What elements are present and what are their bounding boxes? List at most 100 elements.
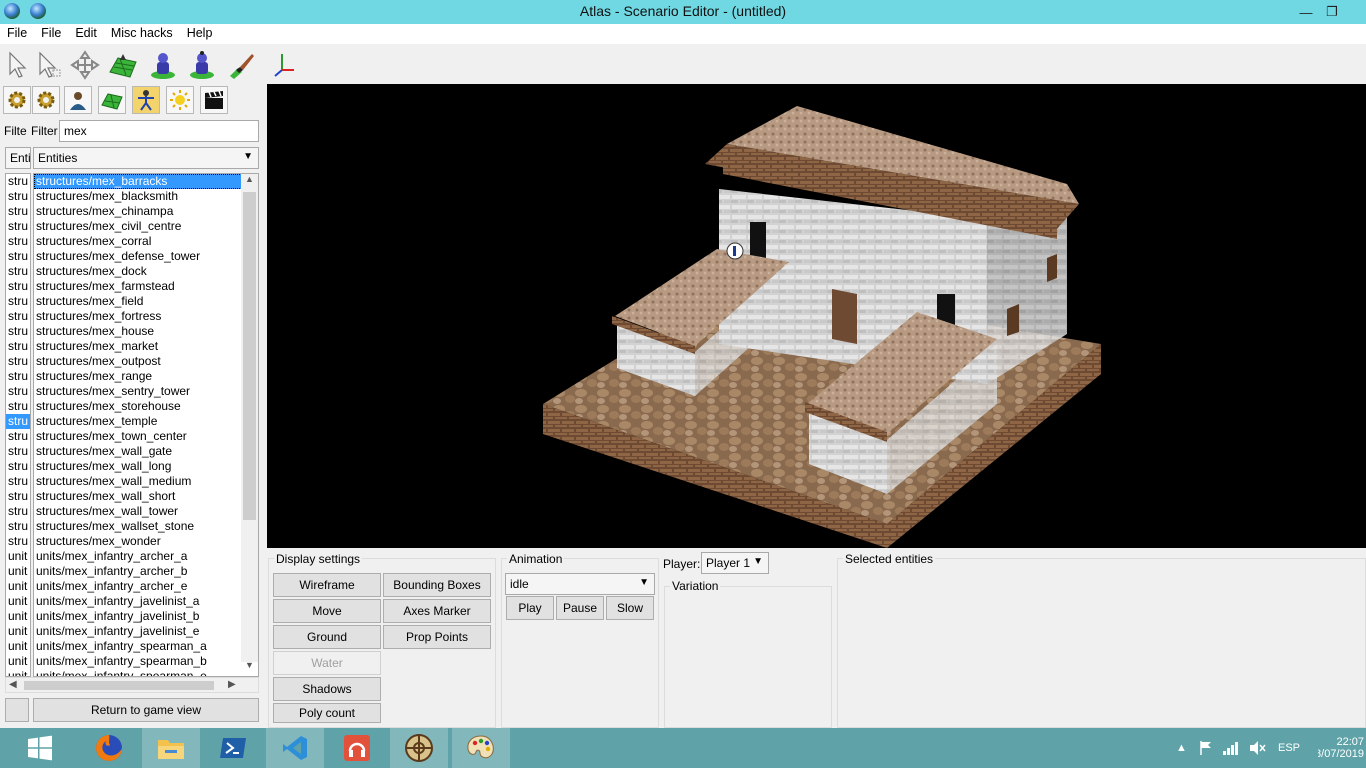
volume-muted-icon[interactable] xyxy=(1248,728,1266,768)
entity-list-item[interactable]: structures/mex_defense_tower xyxy=(34,249,258,264)
entity-short-item[interactable]: unit xyxy=(6,549,30,564)
animation-combo[interactable]: idle ▼ xyxy=(505,573,655,595)
pause-button[interactable]: Pause xyxy=(556,596,604,620)
actor-icon[interactable] xyxy=(132,86,160,114)
entity-short-item[interactable]: stru xyxy=(6,219,30,234)
scroll-right-icon[interactable]: ▶ xyxy=(228,679,236,690)
entity-short-item[interactable]: stru xyxy=(6,249,30,264)
entity-short-item[interactable]: unit xyxy=(6,669,30,676)
entity-list[interactable]: structures/mex_barracks structures/mex_bl… xyxy=(33,173,259,677)
lighting-sun-icon[interactable] xyxy=(166,86,194,114)
entity-list-item[interactable]: structures/mex_fortress xyxy=(34,309,258,324)
entity-list-item[interactable]: units/mex_infantry_archer_b xyxy=(34,564,258,579)
clock[interactable]: 22:07 08/07/2019 xyxy=(1318,728,1364,768)
entity-list-item[interactable]: structures/mex_blacksmith xyxy=(34,189,258,204)
music-player-icon[interactable] xyxy=(328,728,386,768)
entity-list-item[interactable]: units/mex_infantry_archer_e xyxy=(34,579,258,594)
entity-short-item[interactable]: stru xyxy=(6,429,30,444)
entity-list-item[interactable]: units/mex_infantry_javelinist_b xyxy=(34,609,258,624)
move-arrows-icon[interactable] xyxy=(70,50,100,80)
vscode-icon[interactable] xyxy=(266,728,324,768)
entity-short-item[interactable]: unit xyxy=(6,624,30,639)
entity-short-item[interactable]: unit xyxy=(6,654,30,669)
entity-short-item[interactable]: stru xyxy=(6,309,30,324)
entity-list-item[interactable]: structures/mex_corral xyxy=(34,234,258,249)
entity-list-item[interactable]: structures/mex_civil_centre xyxy=(34,219,258,234)
wireframe-button[interactable]: Wireframe xyxy=(273,573,381,597)
entity-short-item[interactable]: unit xyxy=(6,609,30,624)
entity-list-item[interactable]: units/mex_infantry_archer_a xyxy=(34,549,258,564)
terrain-icon[interactable] xyxy=(98,86,126,114)
entity-short-item[interactable]: stru xyxy=(6,369,30,384)
menu-misc-hacks[interactable]: Misc hacks xyxy=(104,24,180,44)
cinema-clapper-icon[interactable] xyxy=(200,86,228,114)
entity-short-item[interactable]: unit xyxy=(6,594,30,609)
move-button[interactable]: Move xyxy=(273,599,381,623)
menu-help[interactable]: Help xyxy=(180,24,220,44)
restore-button[interactable]: ❐ xyxy=(1318,0,1346,24)
select-cursor-alt-icon[interactable] xyxy=(34,50,64,80)
entity-list-item[interactable]: structures/mex_wall_short xyxy=(34,489,258,504)
entity-short-item[interactable]: stru xyxy=(6,174,30,189)
entity-short-item[interactable]: stru xyxy=(6,234,30,249)
entity-list-item[interactable]: units/mex_infantry_spearman_e xyxy=(34,669,258,676)
unit-player-alt-icon[interactable] xyxy=(187,50,217,80)
entity-list-item[interactable]: structures/mex_wonder xyxy=(34,534,258,549)
entity-short-item[interactable]: stru xyxy=(6,354,30,369)
entity-list-hscrollbar[interactable]: ◀ ▶ xyxy=(5,677,259,693)
entity-list-item[interactable]: structures/mex_farmstead xyxy=(34,279,258,294)
file-explorer-icon[interactable] xyxy=(142,728,200,768)
entity-short-item[interactable]: stru xyxy=(6,444,30,459)
entity-list-item[interactable]: structures/mex_storehouse xyxy=(34,399,258,414)
paint-brush-icon[interactable] xyxy=(226,50,256,80)
play-button[interactable]: Play xyxy=(506,596,554,620)
prop-points-button[interactable]: Prop Points xyxy=(383,625,491,649)
entity-short-item[interactable]: stru xyxy=(6,414,30,429)
ground-button[interactable]: Ground xyxy=(273,625,381,649)
scroll-thumb[interactable] xyxy=(243,192,256,520)
flag-icon[interactable] xyxy=(1198,728,1214,768)
player-combo[interactable]: Player 1 ▼ xyxy=(701,552,769,574)
entity-short-item[interactable]: stru xyxy=(6,279,30,294)
scroll-up-icon[interactable]: ▲ xyxy=(241,174,258,190)
shadows-button[interactable]: Shadows xyxy=(273,677,381,701)
entity-list-item[interactable]: structures/mex_barracks xyxy=(34,174,258,189)
poly-count-button[interactable]: Poly count xyxy=(273,703,381,723)
entity-short-list[interactable]: stru stru stru stru stru stru stru stru stru stru… xyxy=(5,173,31,677)
language-indicator[interactable]: ESP xyxy=(1278,728,1300,768)
unit-player-icon[interactable] xyxy=(148,50,178,80)
entity-list-item[interactable]: structures/mex_wallset_stone xyxy=(34,519,258,534)
entity-short-item[interactable]: stru xyxy=(6,459,30,474)
entity-short-item[interactable]: unit xyxy=(6,564,30,579)
settings-gear-icon[interactable] xyxy=(3,86,31,114)
powershell-icon[interactable] xyxy=(204,728,262,768)
entity-short-item[interactable]: stru xyxy=(6,399,30,414)
entity-list-item[interactable]: structures/mex_wall_long xyxy=(34,459,258,474)
entity-short-item[interactable]: unit xyxy=(6,639,30,654)
entity-list-item[interactable]: structures/mex_sentry_tower xyxy=(34,384,258,399)
player-icon[interactable] xyxy=(64,86,92,114)
entity-short-item[interactable]: stru xyxy=(6,339,30,354)
entity-short-item[interactable]: stru xyxy=(6,294,30,309)
terrain-elevation-icon[interactable] xyxy=(108,50,138,80)
scroll-left-icon[interactable]: ◀ xyxy=(9,679,17,690)
scene-viewport[interactable] xyxy=(267,84,1366,548)
entity-list-item[interactable]: structures/mex_field xyxy=(34,294,258,309)
settings-gear-alt-icon[interactable] xyxy=(32,86,60,114)
entity-list-item[interactable]: structures/mex_wall_gate xyxy=(34,444,258,459)
axes-marker-button[interactable]: Axes Marker xyxy=(383,599,491,623)
entity-list-item[interactable]: structures/mex_wall_tower xyxy=(34,504,258,519)
entity-list-item[interactable]: units/mex_infantry_javelinist_e xyxy=(34,624,258,639)
start-windows-icon[interactable] xyxy=(0,728,80,768)
select-cursor-icon[interactable] xyxy=(4,50,34,80)
entity-list-item[interactable]: units/mex_infantry_spearman_a xyxy=(34,639,258,654)
entity-short-item[interactable]: stru xyxy=(6,519,30,534)
entity-short-item[interactable]: stru xyxy=(6,384,30,399)
entity-short-item[interactable]: stru xyxy=(6,264,30,279)
axes-icon[interactable] xyxy=(268,50,298,80)
filter-input[interactable]: mex xyxy=(59,120,259,142)
entity-short-item[interactable]: stru xyxy=(6,204,30,219)
entity-list-item[interactable]: structures/mex_range xyxy=(34,369,258,384)
entity-list-item[interactable]: structures/mex_chinampa xyxy=(34,204,258,219)
hscroll-thumb[interactable] xyxy=(24,681,214,690)
